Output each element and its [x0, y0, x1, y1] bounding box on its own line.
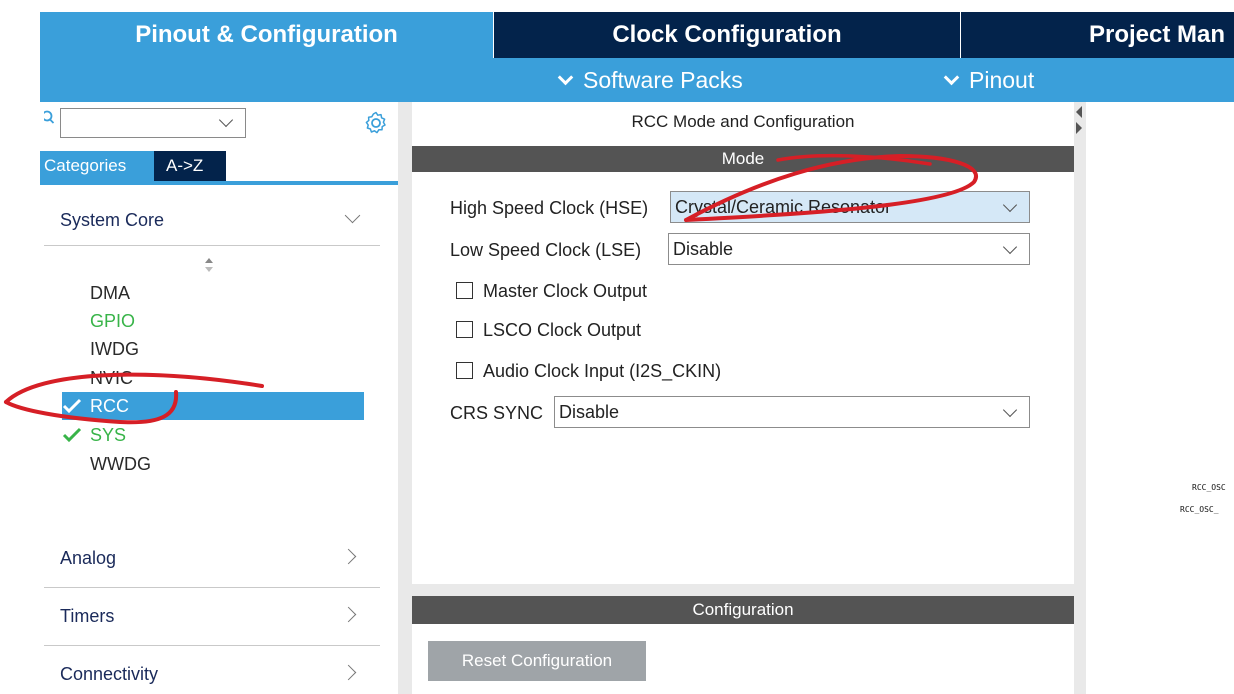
- peripheral-label: RCC: [90, 396, 129, 416]
- peripheral-label: NVIC: [90, 368, 134, 388]
- peripheral-label: DMA: [90, 283, 130, 303]
- chevron-right-icon: [340, 606, 357, 623]
- tab-underline: [40, 181, 398, 185]
- mco-label: Master Clock Output: [483, 281, 648, 301]
- chevron-down-icon: [1002, 197, 1018, 213]
- pinout-menu[interactable]: Pinout: [943, 58, 1035, 102]
- search-combo[interactable]: [60, 108, 246, 138]
- panel-divider[interactable]: [398, 102, 412, 694]
- peripheral-label: WWDG: [90, 454, 151, 474]
- app-window: Pinout & Configuration Clock Configurati…: [0, 0, 1234, 694]
- chevron-down-icon: [557, 69, 574, 86]
- group-label: Connectivity: [60, 664, 159, 684]
- group-connectivity[interactable]: Connectivity: [44, 646, 380, 694]
- panel-divider[interactable]: [1074, 102, 1086, 694]
- checkmark-icon: [62, 427, 82, 443]
- chevron-down-icon: [1002, 239, 1018, 255]
- pin-label: RCC_OSC_: [1180, 505, 1219, 514]
- mode-header: Mode: [412, 146, 1074, 172]
- reset-configuration-button[interactable]: Reset Configuration: [428, 641, 646, 681]
- tab-pinout-configuration[interactable]: Pinout & Configuration: [40, 12, 493, 58]
- chevron-right-icon: [340, 664, 357, 681]
- hse-label: High Speed Clock (HSE): [450, 198, 649, 218]
- pin-label: RCC_OSC: [1192, 483, 1226, 492]
- tab-categories[interactable]: Categories: [40, 151, 154, 181]
- chevron-down-icon: [943, 69, 960, 86]
- mco-checkbox[interactable]: [456, 282, 473, 299]
- pinout-label: Pinout: [969, 67, 1035, 93]
- lse-label: Low Speed Clock (LSE): [450, 240, 642, 260]
- sub-menu-bar: Software Packs Pinout: [40, 58, 1234, 102]
- group-system-core[interactable]: System Core: [44, 188, 380, 246]
- peripheral-label: GPIO: [90, 311, 136, 331]
- lsco-label: LSCO Clock Output: [483, 320, 642, 340]
- chevron-down-icon: [218, 112, 234, 128]
- group-spacer: [44, 246, 380, 247]
- lse-value: Disable: [673, 239, 734, 259]
- group-label: Analog: [60, 548, 117, 568]
- chevron-right-icon: [340, 548, 357, 565]
- chevron-down-icon: [1002, 402, 1018, 418]
- group-timers[interactable]: Timers: [44, 588, 380, 646]
- group-label: System Core: [60, 210, 165, 230]
- hse-select[interactable]: Crystal/Ceramic Resonator: [670, 191, 1030, 223]
- tab-clock-configuration[interactable]: Clock Configuration: [494, 12, 960, 58]
- checkmark-icon: [62, 398, 82, 414]
- tab-a-to-z[interactable]: A->Z: [154, 151, 226, 181]
- peripheral-label: IWDG: [90, 339, 139, 359]
- panel-splitter[interactable]: [412, 584, 1074, 596]
- sort-icon[interactable]: [204, 257, 214, 273]
- peripheral-label: SYS: [90, 425, 127, 445]
- peripheral-rcc[interactable]: RCC: [62, 392, 364, 420]
- hse-value: Crystal/Ceramic Resonator: [675, 197, 892, 217]
- pinout-view: [1086, 102, 1234, 694]
- audio-checkbox[interactable]: [456, 362, 473, 379]
- crs-value: Disable: [559, 402, 620, 422]
- software-packs-menu[interactable]: Software Packs: [557, 58, 743, 102]
- gear-icon[interactable]: [364, 111, 388, 135]
- chevron-down-icon: [344, 207, 361, 224]
- panel-title: RCC Mode and Configuration: [631, 112, 855, 131]
- software-packs-label: Software Packs: [583, 67, 743, 93]
- search-icon: [44, 110, 55, 124]
- lsco-checkbox[interactable]: [456, 321, 473, 338]
- group-analog[interactable]: Analog: [44, 530, 380, 588]
- tab-project-manager[interactable]: Project Man: [961, 12, 1234, 58]
- configuration-header: Configuration: [412, 596, 1074, 624]
- lse-select[interactable]: Disable: [668, 233, 1030, 265]
- group-label: Timers: [60, 606, 115, 626]
- top-tab-bar: Pinout & Configuration Clock Configurati…: [40, 12, 1234, 58]
- collapse-arrows-icon[interactable]: [1074, 106, 1084, 136]
- crs-label: CRS SYNC: [450, 403, 544, 423]
- crs-select[interactable]: Disable: [554, 396, 1030, 428]
- audio-label: Audio Clock Input (I2S_CKIN): [483, 361, 722, 381]
